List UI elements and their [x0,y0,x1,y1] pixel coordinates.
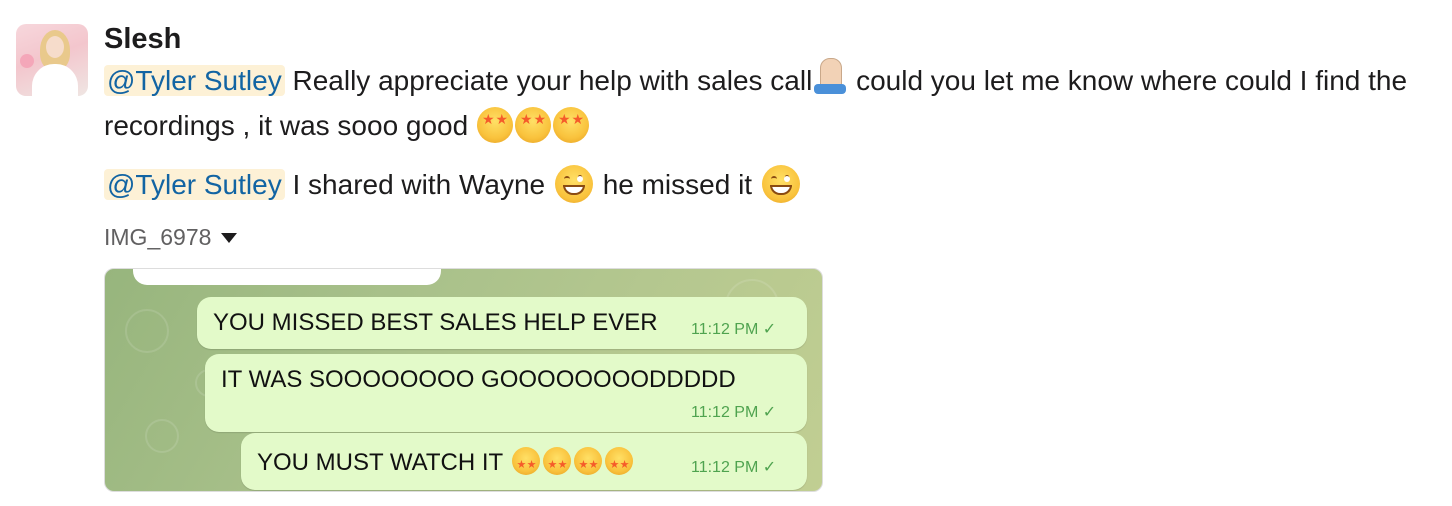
message-text-part: I shared with Wayne [292,169,546,200]
flower-decor [20,54,34,68]
pray-emoji-icon [812,58,848,96]
message: Slesh @Tyler Sutley Really appreciate yo… [0,0,1452,506]
avatar[interactable] [16,24,88,96]
chat-bubble: YOU MISSED BEST SALES HELP EVER 11:12 PM… [197,297,807,349]
attachment-image[interactable]: YOU MISSED BEST SALES HELP EVER 11:12 PM… [104,268,823,492]
user-mention[interactable]: @Tyler Sutley [104,65,285,96]
chat-bubble: IT WAS SOOOOOOOO GOOOOOOOODDDDD 11:12 PM… [205,354,807,432]
attachment-name: IMG_6978 [104,224,212,250]
user-mention[interactable]: @Tyler Sutley [104,169,285,200]
chat-message-text: YOU MISSED BEST SALES HELP EVER [213,309,658,336]
star-struck-emoji-icon [543,447,572,479]
star-struck-emoji-icon [477,107,513,143]
wallpaper-doodle [145,419,179,453]
message-content: Slesh @Tyler Sutley Really appreciate yo… [104,20,1439,251]
grin-emoji-icon [761,165,800,203]
star-struck-emoji-icon [605,447,634,479]
message-text-2: @Tyler Sutley I shared with Wayne he mis… [104,162,1439,207]
star-struck-emoji-icon [515,107,551,143]
message-text-1: @Tyler Sutley Really appreciate your hel… [104,58,1439,148]
message-text-part: Really appreciate your help with sales c… [292,65,813,96]
attachment-toggle[interactable]: IMG_6978 [104,223,1439,251]
avatar-body [32,64,78,96]
star-struck-emoji-icon [574,447,603,479]
message-text-part: he missed it [602,169,753,200]
wallpaper-doodle [125,309,169,353]
check-icon: ✓ [762,404,777,421]
avatar-face [46,36,64,58]
star-struck-emoji-icon [512,447,541,479]
chat-message-time: 11:12 PM ✓ [691,321,777,338]
chat-message-text: YOU MUST WATCH IT [257,447,634,479]
chat-message-time: 11:12 PM ✓ [691,459,777,476]
check-icon: ✓ [762,321,777,338]
previous-message-bubble [133,269,441,285]
sender-name[interactable]: Slesh [104,20,1439,58]
chat-message-time: 11:12 PM ✓ [691,404,777,421]
chat-message-text: IT WAS SOOOOOOOO GOOOOOOOODDDDD [221,366,736,393]
check-icon: ✓ [762,459,777,476]
grin-emoji-icon [554,165,593,203]
chat-bubble: YOU MUST WATCH IT 11:12 PM ✓ [241,433,807,490]
caret-down-icon [221,233,238,243]
star-struck-emoji-icon [553,107,589,143]
